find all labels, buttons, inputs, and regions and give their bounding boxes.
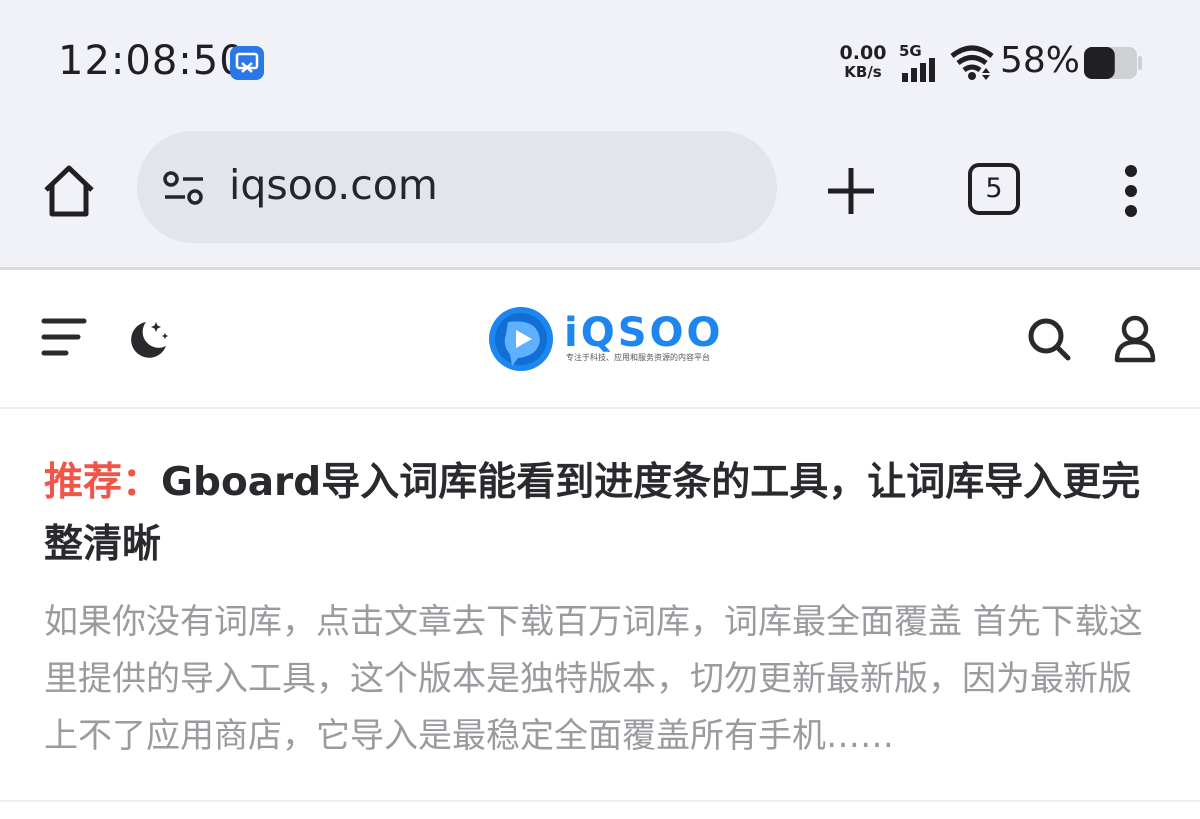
recommend-tag: 推荐： — [44, 460, 162, 505]
home-icon[interactable] — [40, 162, 98, 220]
status-time: 12:08:50 — [58, 38, 246, 84]
status-bar: 12:08:50 0.00 KB/s 5G 58% — [0, 0, 1200, 126]
network-speed-unit: KB/s — [844, 63, 882, 81]
user-icon[interactable] — [1112, 314, 1158, 364]
browser-toolbar: iqsoo.com 5 — [0, 126, 1200, 268]
network-speed-value: 0.00 — [839, 42, 887, 64]
wifi-icon — [950, 45, 994, 80]
article-excerpt: 如果你没有词库，点击文章去下载百万词库，词库最全面覆盖 首先下载这里提供的导入工… — [44, 602, 1143, 756]
article-title-text[interactable]: Gboard导入词库能看到进度条的工具，让词库导入更完整清晰 — [44, 460, 1140, 567]
more-vertical-icon[interactable] — [1110, 162, 1152, 220]
moon-icon[interactable] — [124, 316, 172, 362]
url-text[interactable]: iqsoo.com — [229, 161, 438, 209]
tab-switcher-button[interactable]: 5 — [968, 163, 1020, 215]
article-card[interactable]: 推荐：Gboard导入词库能看到进度条的工具，让词库导入更完整清晰 如果你没有词… — [44, 452, 1164, 765]
plus-icon[interactable] — [822, 162, 880, 220]
article-divider — [0, 800, 1200, 802]
logo-text: iQSOO — [564, 310, 724, 356]
hamburger-icon[interactable] — [40, 316, 88, 358]
address-bar[interactable]: iqsoo.com — [137, 131, 777, 243]
article-title[interactable]: 推荐：Gboard导入词库能看到进度条的工具，让词库导入更完整清晰 — [44, 452, 1164, 576]
search-icon[interactable] — [1026, 316, 1072, 362]
logo-tagline: 专注于科技、应用和服务资源的内容平台 — [566, 353, 710, 362]
battery-icon — [1084, 47, 1142, 79]
tune-icon[interactable] — [161, 169, 207, 207]
logo-play-icon — [489, 307, 553, 371]
site-header: iQSOO 专注于科技、应用和服务资源的内容平台 — [0, 270, 1200, 408]
network-speed: 0.00 KB/s — [836, 44, 890, 82]
screenshot-app-icon — [230, 46, 264, 80]
header-divider — [0, 407, 1200, 409]
battery-percent: 58% — [1000, 40, 1081, 81]
signal-icon — [902, 58, 935, 82]
site-logo[interactable]: iQSOO 专注于科技、应用和服务资源的内容平台 — [486, 304, 726, 376]
